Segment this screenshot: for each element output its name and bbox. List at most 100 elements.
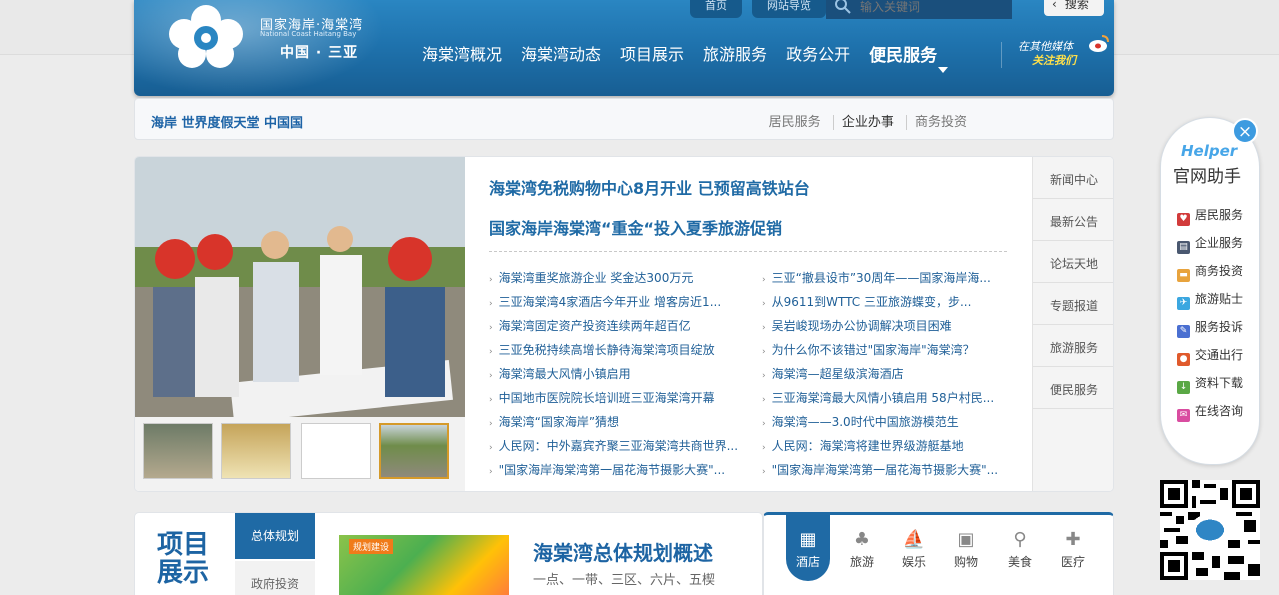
tab-news-center[interactable]: 新闻中心	[1033, 157, 1113, 199]
site-map-link[interactable]: 网站导览	[752, 0, 826, 18]
thumbnail-broken-image[interactable]	[301, 423, 371, 479]
link-enterprise-affairs[interactable]: 企业办事	[832, 115, 902, 130]
bullet-icon: ›	[762, 323, 766, 333]
bullet-icon: ›	[489, 347, 493, 357]
palm-icon: ♣	[853, 529, 871, 550]
medical-icon: ✚	[1065, 529, 1081, 550]
logo-location: 中国 · 三亚	[280, 45, 359, 61]
featured-photo[interactable]	[135, 157, 465, 417]
service-tab-medical[interactable]: ✚ 医疗	[1053, 527, 1093, 570]
nav-item-government[interactable]: 政务公开	[786, 41, 850, 65]
nav-item-services[interactable]: 便民服务	[869, 41, 937, 66]
nav-item-projects[interactable]: 项目展示	[620, 41, 684, 65]
bullet-icon: ›	[489, 299, 493, 309]
list-item[interactable]: › "国家海岸海棠湾第一届花海节摄影大赛"...	[762, 461, 1012, 485]
list-item[interactable]: › 吴岩峻现场办公协调解决项目困难	[762, 317, 1012, 341]
list-item[interactable]: › 人民网：中外嘉宾齐聚三亚海棠湾共商世界...	[489, 437, 739, 461]
tab-announcements[interactable]: 最新公告	[1033, 199, 1113, 241]
service-tab-food[interactable]: ⚲ 美食	[1000, 527, 1040, 570]
helper-widget: Helper 官网助手 ♥ 居民服务 ▤ 企业服务 ▬ 商务投资 ✈ 旅游贴士 ✎ 服务投…	[1160, 117, 1260, 465]
helper-item-consult[interactable]: ✉ 在线咨询	[1177, 402, 1243, 422]
helper-item-enterprise[interactable]: ▤ 企业服务	[1177, 234, 1243, 254]
news-category-tabs: 新闻中心 最新公告 论坛天地 专题报道 旅游服务 便民服务	[1032, 157, 1113, 491]
service-tab-entertainment[interactable]: ⛵ 娱乐	[894, 527, 934, 570]
list-item[interactable]: › 为什么你不该错过"国家海岸"海棠湾？	[762, 341, 1012, 365]
bullet-icon: ›	[489, 275, 493, 285]
close-icon[interactable]: ×	[1232, 118, 1258, 144]
bullet-icon: ›	[489, 323, 493, 333]
service-tab-tourism[interactable]: ♣ 旅游	[842, 527, 882, 570]
slogan-ticker: 海岸 世界度假天堂 中国国	[151, 116, 304, 131]
project-heading[interactable]: 海棠湾总体规划概述	[533, 537, 713, 566]
download-icon: ↓	[1177, 381, 1190, 394]
follow-us-link[interactable]: 在其他媒体 关注我们	[1018, 40, 1076, 68]
list-item[interactable]: › 海棠湾“国家海岸”猜想	[489, 413, 739, 437]
nav-item-tourism[interactable]: 旅游服务	[703, 41, 767, 65]
thumbnail-selected[interactable]	[379, 423, 449, 479]
nav-item-news[interactable]: 海棠湾动态	[521, 41, 601, 65]
list-item[interactable]: › 三亚“撤县设市”30周年——国家海岸海...	[762, 269, 1012, 293]
location-icon: ●	[1177, 353, 1190, 366]
sailboat-icon: ⛵	[902, 529, 926, 550]
list-item[interactable]: › 海棠湾重奖旅游企业 奖金达300万元	[489, 269, 739, 293]
home-link[interactable]: 首页	[690, 0, 742, 18]
bullet-icon: ›	[762, 443, 766, 453]
chevron-left-icon: ‹	[1052, 0, 1057, 11]
cutlery-icon: ⚲	[1013, 529, 1027, 550]
headline-2[interactable]: 国家海岸海棠湾“重金“投入夏季旅游促销	[489, 215, 782, 239]
tab-master-plan[interactable]: 总体规划	[235, 513, 315, 559]
sub-bar: 海岸 世界度假天堂 中国国 居民服务 企业办事 商务投资	[134, 98, 1114, 140]
service-tab-shopping[interactable]: ▣ 购物	[946, 527, 986, 570]
list-item[interactable]: › 海棠湾最大风情小镇启用	[489, 365, 739, 389]
nav-item-overview[interactable]: 海棠湾概况	[422, 41, 502, 65]
headline-1[interactable]: 海棠湾免税购物中心8月开业 已预留高铁站台	[489, 175, 810, 199]
helper-item-download[interactable]: ↓ 资料下载	[1177, 374, 1243, 394]
helper-item-resident[interactable]: ♥ 居民服务	[1177, 206, 1243, 226]
search-icon[interactable]	[834, 0, 852, 15]
logo-icon[interactable]	[160, 4, 252, 70]
list-item[interactable]: › 三亚海棠湾最大风情小镇启用 58户村民...	[762, 389, 1012, 413]
list-item[interactable]: › 海棠湾—超星级滨海酒店	[762, 365, 1012, 389]
thumbnail[interactable]	[221, 423, 291, 479]
bullet-icon: ›	[489, 443, 493, 453]
list-item[interactable]: › "国家海岸海棠湾第一届花海节摄影大赛"...	[489, 461, 739, 485]
building-icon: ▤	[1177, 241, 1190, 254]
link-business-investment[interactable]: 商务投资	[905, 115, 975, 130]
link-resident-services[interactable]: 居民服务	[761, 115, 829, 130]
helper-item-transport[interactable]: ● 交通出行	[1177, 346, 1243, 366]
planning-map-image[interactable]: 规划建设	[339, 535, 509, 595]
wrench-icon: ✎	[1177, 325, 1190, 338]
helper-title-cn: 官网助手	[1173, 167, 1241, 187]
search-button[interactable]: ‹ 搜索	[1044, 0, 1104, 16]
thumbnail[interactable]	[143, 423, 213, 479]
list-item[interactable]: › 三亚免税持续高增长静待海棠湾项目绽放	[489, 341, 739, 365]
list-item[interactable]: › 海棠湾——3.0时代中国旅游模范生	[762, 413, 1012, 437]
tab-tourism-services[interactable]: 旅游服务	[1033, 325, 1113, 367]
bullet-icon: ›	[489, 395, 493, 405]
bullet-icon: ›	[489, 371, 493, 381]
weibo-icon[interactable]	[1088, 33, 1110, 53]
helper-item-travel-tips[interactable]: ✈ 旅游贴士	[1177, 290, 1243, 310]
helper-item-investment[interactable]: ▬ 商务投资	[1177, 262, 1243, 282]
list-item[interactable]: › 从9611到WTTC 三亚旅游蝶变，步...	[762, 293, 1012, 317]
qr-code-icon[interactable]	[1160, 480, 1260, 580]
list-item[interactable]: › 中国地市医院院长培训班三亚海棠湾开幕	[489, 389, 739, 413]
hotel-icon: ▦	[799, 529, 817, 550]
tab-government-investment[interactable]: 政府投资	[235, 561, 315, 595]
list-item[interactable]: › 三亚海棠湾4家酒店今年开业 增客房近1...	[489, 293, 739, 317]
plane-icon: ✈	[1177, 297, 1190, 310]
service-tab-hotel[interactable]: ▦ 酒店	[786, 515, 830, 581]
tab-forum[interactable]: 论坛天地	[1033, 241, 1113, 283]
bullet-icon: ›	[762, 395, 766, 405]
list-item[interactable]: › 海棠湾固定资产投资连续两年超百亿	[489, 317, 739, 341]
audience-links: 居民服务 企业办事 商务投资	[761, 111, 975, 130]
bullet-icon: ›	[762, 275, 766, 285]
news-list-left: › 海棠湾重奖旅游企业 奖金达300万元 › 三亚海棠湾4家酒店今年开业 增客房近1…	[489, 269, 739, 485]
list-item[interactable]: › 人民网：海棠湾将建世界级游艇基地	[762, 437, 1012, 461]
tab-special-reports[interactable]: 专题报道	[1033, 283, 1113, 325]
bullet-icon: ›	[762, 371, 766, 381]
search-box	[826, 0, 1012, 19]
tab-public-services[interactable]: 便民服务	[1033, 367, 1113, 409]
search-input[interactable]	[860, 0, 1000, 14]
helper-item-complaint[interactable]: ✎ 服务投诉	[1177, 318, 1243, 338]
